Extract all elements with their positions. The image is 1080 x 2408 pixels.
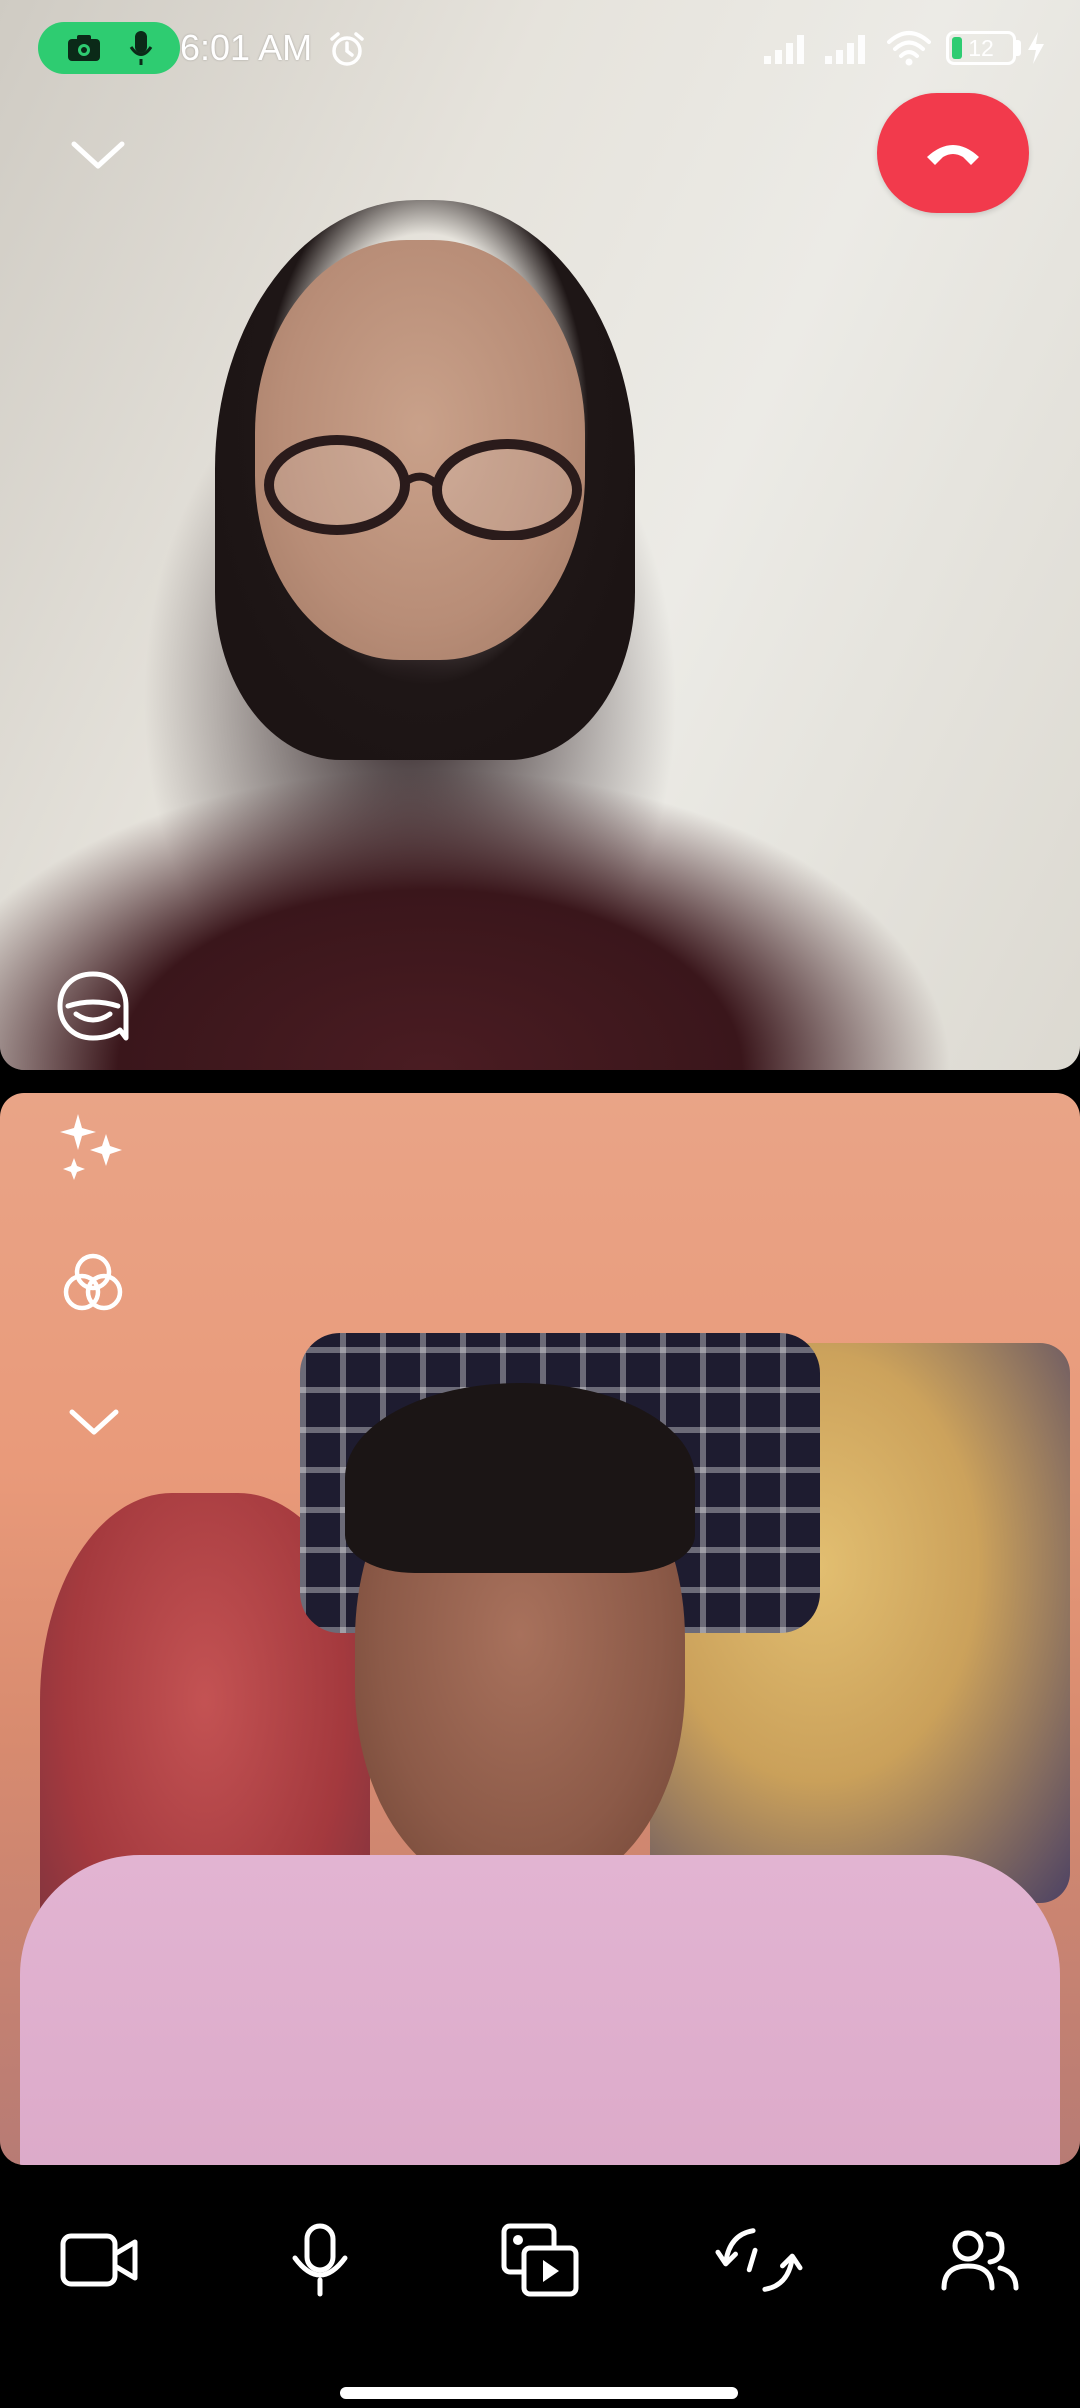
sparkles-icon[interactable] <box>58 1110 126 1180</box>
hang-up-icon <box>927 145 979 165</box>
video-call-screen: 6:01 AM 12 <box>0 0 1080 2408</box>
toggle-microphone-button[interactable] <box>275 2215 365 2305</box>
privacy-indicator <box>38 22 180 74</box>
participants-icon <box>941 2230 1019 2291</box>
share-media-button[interactable] <box>495 2215 585 2305</box>
flip-camera-button[interactable] <box>714 2215 804 2305</box>
status-time: 6:01 AM <box>180 27 313 68</box>
local-hair-shape <box>345 1383 695 1573</box>
call-controls-bar <box>0 2165 1080 2408</box>
filters-icon[interactable] <box>58 1248 128 1318</box>
camera-icon <box>67 35 100 61</box>
microphone-icon <box>292 2223 348 2297</box>
wifi-icon <box>887 31 931 66</box>
local-shirt-shape <box>20 1855 1060 2165</box>
end-call-button[interactable] <box>877 93 1029 213</box>
lens-icon[interactable] <box>54 968 132 1044</box>
chevron-down-icon[interactable] <box>64 1400 124 1444</box>
alarm-icon <box>330 32 364 66</box>
microphone-icon <box>129 31 152 65</box>
battery-nub <box>1016 40 1021 56</box>
local-video[interactable] <box>0 1093 1080 2165</box>
signal-icon <box>825 35 865 64</box>
battery-fill <box>952 37 962 59</box>
status-bar: 6:01 AM 12 <box>0 0 1080 98</box>
share-media-icon <box>501 2223 579 2297</box>
battery-icon: 12 <box>946 31 1016 65</box>
flip-camera-icon <box>715 2228 803 2292</box>
remote-shoulders-shape <box>0 770 960 1070</box>
battery-level: 12 <box>968 34 994 61</box>
video-camera-icon <box>60 2233 138 2287</box>
remote-glasses-shape <box>264 435 582 540</box>
participants-button[interactable] <box>934 2215 1024 2305</box>
toggle-video-button[interactable] <box>54 2215 144 2305</box>
home-indicator[interactable] <box>340 2387 738 2399</box>
charging-icon <box>1028 32 1044 64</box>
signal-icon <box>764 35 804 64</box>
chevron-down-icon[interactable] <box>66 130 130 180</box>
